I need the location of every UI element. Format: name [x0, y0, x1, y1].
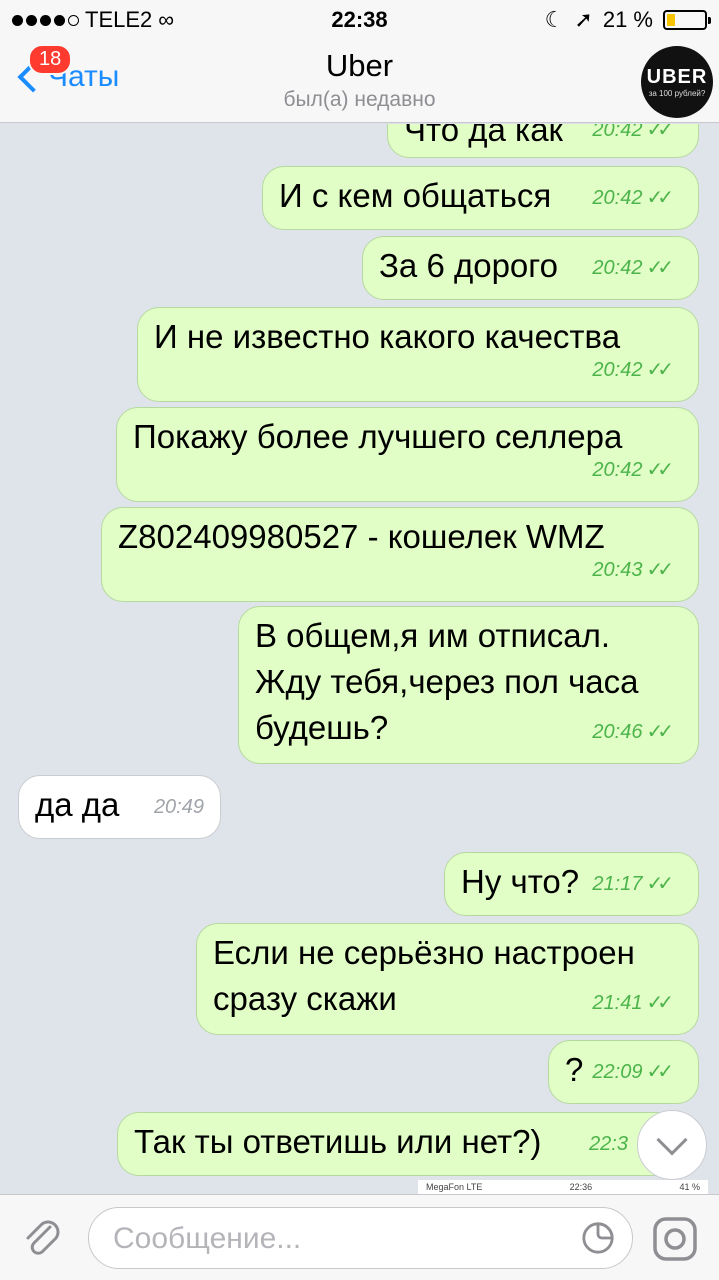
- status-bar: TELE2 ∞ 22:38 ☾ ➚ 21 %: [0, 0, 719, 40]
- message-meta: 22:09 ✓✓: [592, 1049, 673, 1095]
- message-time: 20:42: [592, 359, 643, 381]
- signal-icon: [12, 14, 79, 26]
- read-ticks-icon: ✓✓: [646, 459, 673, 481]
- message-meta: 20:42 ✓✓: [592, 447, 673, 493]
- message-time: 21:41: [592, 992, 643, 1014]
- message-text: Что да как: [404, 124, 563, 148]
- message-bubble[interactable]: И с кем общаться 20:42 ✓✓: [262, 166, 699, 230]
- read-ticks-icon: ✓✓: [646, 992, 673, 1014]
- message-bubble[interactable]: В общем,я им отписал. Жду тебя,через пол…: [238, 606, 699, 764]
- input-bar: Сообщение...: [0, 1194, 719, 1280]
- battery-label: 21 %: [602, 7, 653, 32]
- message-bubble[interactable]: Z802409980527 - кошелек WMZ 20:43 ✓✓: [101, 507, 699, 602]
- sticker-icon[interactable]: [581, 1221, 615, 1255]
- battery-icon: [663, 10, 711, 30]
- message-time: 20:43: [592, 559, 643, 581]
- message-text: И не известно какого качества: [154, 318, 621, 355]
- read-ticks-icon: ✓✓: [646, 124, 673, 141]
- location-icon: ➚: [574, 7, 593, 32]
- message-time: 22:3: [589, 1133, 628, 1155]
- message-time: 20:42: [592, 124, 643, 141]
- message-meta: 20:42 ✓✓: [592, 245, 673, 291]
- message-bubble[interactable]: Покажу более лучшего селлера 20:42 ✓✓: [116, 407, 699, 502]
- paperclip-icon[interactable]: [20, 1217, 64, 1261]
- read-ticks-icon: ✓✓: [646, 721, 673, 743]
- message-bubble[interactable]: И не известно какого качества 20:42 ✓✓: [137, 307, 699, 402]
- message-text: За 6 дорого: [379, 247, 558, 284]
- message-meta: 21:17 ✓✓: [592, 861, 673, 907]
- preview-time: 22:36: [569, 1182, 593, 1192]
- message-text: Так ты ответишь или нет?): [134, 1123, 542, 1160]
- message-text: да да: [35, 786, 120, 823]
- moon-icon: ☾: [544, 7, 565, 32]
- preview-carrier: MegaFon LTE: [426, 1182, 483, 1192]
- battery-fill: [667, 14, 675, 26]
- message-meta: 20:49: [154, 784, 204, 830]
- read-ticks-icon: ✓✓: [646, 873, 673, 895]
- avatar[interactable]: UBER за 100 рублей?: [641, 46, 713, 118]
- read-ticks-icon: ✓✓: [646, 257, 673, 279]
- avatar-sub-text: за 100 рублей?: [648, 89, 706, 98]
- message-text: Если не серьёзно настроен сразу скажи: [213, 934, 635, 1017]
- message-meta: 20:43 ✓✓: [592, 547, 673, 593]
- message-meta: 20:42 ✓✓: [592, 347, 673, 393]
- message-time: 20:42: [592, 459, 643, 481]
- read-ticks-icon: ✓✓: [646, 1061, 673, 1083]
- message-bubble[interactable]: Что да как 20:42 ✓✓: [387, 124, 699, 158]
- scroll-down-button[interactable]: [637, 1110, 707, 1180]
- message-meta: 22:3: [589, 1121, 628, 1167]
- read-ticks-icon: ✓✓: [646, 559, 673, 581]
- message-bubble[interactable]: Так ты ответишь или нет?) 22:3: [117, 1112, 699, 1176]
- message-time: 20:42: [592, 257, 643, 279]
- read-ticks-icon: ✓✓: [646, 359, 673, 381]
- message-text: ?: [565, 1051, 584, 1088]
- chat-status: был(а) недавно: [283, 88, 436, 111]
- nav-bar: Чаты 18 Uber был(а) недавно UBER за 100 …: [0, 40, 719, 123]
- message-time: 22:09: [592, 1061, 643, 1083]
- status-left: TELE2 ∞: [12, 7, 545, 33]
- message-bubble[interactable]: Если не серьёзно настроен сразу скажи 21…: [196, 923, 699, 1035]
- chevron-down-icon: [656, 1124, 688, 1156]
- message-bubble[interactable]: За 6 дорого 20:42 ✓✓: [362, 236, 699, 300]
- message-time: 20:49: [153, 796, 204, 818]
- message-list[interactable]: Что да как 20:42 ✓✓ И с кем общаться 20:4…: [0, 124, 719, 1194]
- status-right: ☾ ➚ 21 %: [544, 7, 711, 33]
- avatar-logo-text: UBER: [646, 66, 708, 88]
- chat-title[interactable]: Uber: [0, 48, 719, 84]
- message-time: 20:46: [592, 721, 643, 743]
- message-meta: 20:42 ✓✓: [592, 124, 673, 153]
- message-text: Покажу более лучшего селлера: [133, 418, 623, 455]
- preview-battery: 41 %: [679, 1182, 700, 1192]
- message-text: В общем,я им отписал. Жду тебя,через пол…: [255, 617, 639, 746]
- message-bubble[interactable]: да да 20:49: [18, 775, 221, 839]
- message-meta: 20:46 ✓✓: [592, 709, 673, 755]
- message-input[interactable]: Сообщение...: [88, 1207, 633, 1269]
- read-ticks-icon: ✓✓: [646, 187, 673, 209]
- message-time: 20:42: [592, 187, 643, 209]
- message-text: Ну что?: [461, 863, 580, 900]
- message-text: Z802409980527 - кошелек WMZ: [118, 518, 605, 555]
- link-icon: ∞: [158, 7, 174, 32]
- camera-icon[interactable]: [651, 1215, 699, 1263]
- message-text: И с кем общаться: [279, 177, 552, 214]
- carrier-label: TELE2: [85, 7, 153, 32]
- message-meta: 20:42 ✓✓: [592, 175, 673, 221]
- message-time: 21:17: [592, 873, 643, 895]
- screenshot-preview-strip: MegaFon LTE 22:36 41 %: [418, 1180, 708, 1194]
- message-meta: 21:41 ✓✓: [592, 980, 673, 1026]
- message-bubble[interactable]: Ну что? 21:17 ✓✓: [444, 852, 699, 916]
- message-bubble[interactable]: ? 22:09 ✓✓: [548, 1040, 699, 1104]
